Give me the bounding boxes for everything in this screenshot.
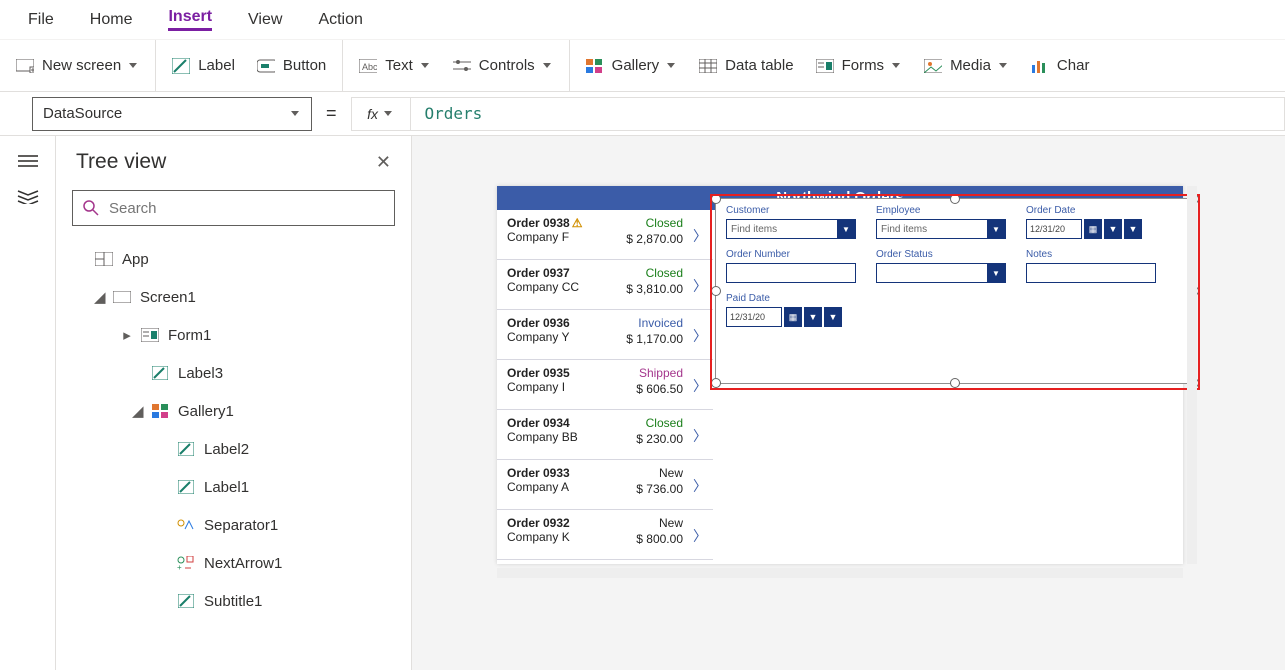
separator-icon (176, 516, 196, 534)
button-icon (257, 58, 275, 74)
text-icon: Abc (359, 58, 377, 74)
chevron-down-icon (543, 63, 553, 69)
tree-nextarrow1[interactable]: +NextArrow1 (66, 544, 401, 582)
equals-label: = (326, 103, 337, 124)
form1-selection[interactable]: CustomerFind items▼ EmployeeFind items▼ … (715, 198, 1195, 384)
order-row[interactable]: Order 0933Company ANew$ 736.00〉 (497, 460, 713, 510)
order-row[interactable]: Order 0936Company YInvoiced$ 1,170.00〉 (497, 310, 713, 360)
orders-gallery[interactable]: Order 0938⚠Company FClosed$ 2,870.00〉Ord… (497, 210, 713, 564)
screen-icon (16, 58, 34, 74)
order-row[interactable]: Order 0938⚠Company FClosed$ 2,870.00〉 (497, 210, 713, 260)
panel-title: Tree view (76, 150, 166, 174)
label-button[interactable]: Label (172, 57, 235, 74)
tree-form1[interactable]: ▸Form1 (66, 316, 401, 354)
chevron-down-icon (421, 63, 431, 69)
screen-icon (112, 288, 132, 306)
forms-button[interactable]: Forms (816, 57, 903, 74)
canvas[interactable]: Northwind Orders Order 0938⚠Company FClo… (412, 136, 1285, 670)
tree-panel: Tree view ✕ App ◢Screen1 ▸Form1 Label3 ◢… (56, 136, 412, 670)
order-row[interactable]: Order 0935Company IShipped$ 606.50〉 (497, 360, 713, 410)
form-icon (140, 326, 160, 344)
search-input[interactable] (107, 199, 384, 218)
chart-button[interactable]: Char (1031, 57, 1090, 74)
menu-home[interactable]: Home (90, 11, 133, 29)
search-box[interactable] (72, 190, 395, 226)
treeview-rail-icon[interactable] (17, 188, 39, 204)
menu-view[interactable]: View (248, 11, 282, 29)
customer-combo[interactable]: Find items▼ (726, 219, 856, 239)
chevron-down-icon (892, 63, 902, 69)
tree-subtitle1[interactable]: Subtitle1 (66, 582, 401, 620)
orderdate-picker[interactable]: 12/31/20▦▼▼ (1026, 219, 1156, 239)
order-row[interactable]: Order 0934Company BBClosed$ 230.00〉 (497, 410, 713, 460)
employee-combo[interactable]: Find items▼ (876, 219, 1006, 239)
media-button[interactable]: Media (924, 57, 1009, 74)
chevron-down-icon (291, 111, 301, 117)
svg-text:Abc: Abc (362, 62, 377, 72)
paiddate-picker[interactable]: 12/31/20▦▼▼ (726, 307, 856, 327)
app-icon (94, 250, 114, 268)
search-icon (83, 200, 99, 216)
menu-file[interactable]: File (28, 11, 54, 29)
chevron-down-icon (667, 63, 677, 69)
formula-bar: DataSource = fx Orders (0, 92, 1285, 136)
tree-separator1[interactable]: Separator1 (66, 506, 401, 544)
new-screen-button[interactable]: New screen (16, 57, 139, 74)
order-row[interactable]: Order 0937Company CCClosed$ 3,810.00〉 (497, 260, 713, 310)
tree-screen1[interactable]: ◢Screen1 (66, 278, 401, 316)
nextarrow-icon: + (176, 554, 196, 572)
forms-icon (816, 58, 834, 74)
notes-input[interactable] (1026, 263, 1156, 283)
fx-button[interactable]: fx (351, 97, 411, 131)
controls-button[interactable]: Controls (453, 57, 553, 74)
insert-ribbon: New screen Label Button Abc Text Control… (0, 40, 1285, 92)
chevron-down-icon (384, 111, 394, 117)
horizontal-scrollbar[interactable] (497, 568, 1183, 578)
formula-input[interactable]: Orders (411, 97, 1285, 131)
ordernum-input[interactable] (726, 263, 856, 283)
label-icon (176, 478, 196, 496)
svg-text:+: + (177, 563, 182, 570)
top-menu: File Home Insert View Action (0, 0, 1285, 40)
table-icon (699, 58, 717, 74)
label-icon (172, 58, 190, 74)
hamburger-icon[interactable] (18, 152, 38, 168)
order-row[interactable]: Order 0932Company KNew$ 800.00〉 (497, 510, 713, 560)
orderstatus-combo[interactable]: ▼ (876, 263, 1006, 283)
tree-label1[interactable]: Label1 (66, 468, 401, 506)
close-icon[interactable]: ✕ (376, 152, 391, 173)
left-rail (0, 136, 56, 670)
vertical-scrollbar[interactable] (1187, 186, 1197, 564)
tree-app[interactable]: App (66, 240, 401, 278)
menu-insert[interactable]: Insert (168, 8, 212, 31)
datatable-button[interactable]: Data table (699, 57, 793, 74)
tree-label3[interactable]: Label3 (66, 354, 401, 392)
tree-gallery1[interactable]: ◢Gallery1 (66, 392, 401, 430)
app-preview: Northwind Orders Order 0938⚠Company FClo… (497, 186, 1183, 564)
property-select[interactable]: DataSource (32, 97, 312, 131)
chart-icon (1031, 58, 1049, 74)
button-button[interactable]: Button (257, 57, 326, 74)
media-icon (924, 58, 942, 74)
gallery-icon (150, 402, 170, 420)
text-button[interactable]: Abc Text (359, 57, 431, 74)
chevron-down-icon (129, 63, 139, 69)
label-icon (176, 592, 196, 610)
controls-icon (453, 58, 471, 74)
tree-label2[interactable]: Label2 (66, 430, 401, 468)
label-icon (176, 440, 196, 458)
gallery-icon (586, 58, 604, 74)
chevron-down-icon (999, 63, 1009, 69)
gallery-button[interactable]: Gallery (586, 57, 678, 74)
label-icon (150, 364, 170, 382)
menu-action[interactable]: Action (318, 11, 362, 29)
